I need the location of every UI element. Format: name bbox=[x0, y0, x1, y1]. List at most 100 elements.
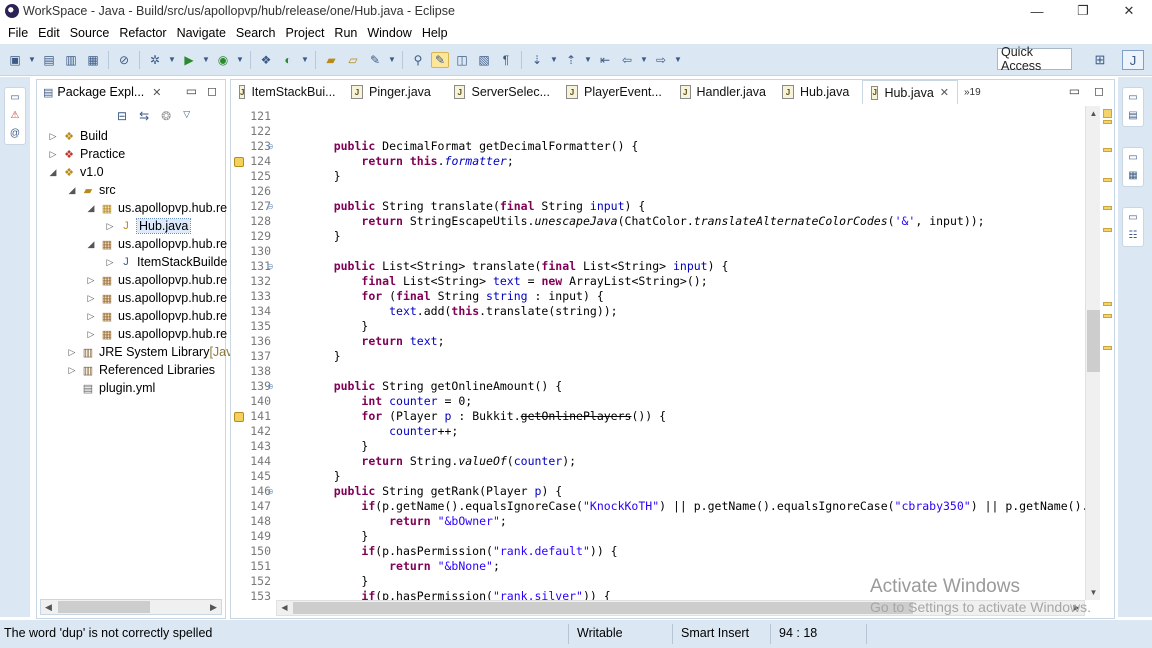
menu-window[interactable]: Window bbox=[362, 26, 416, 40]
code-line[interactable]: int counter = 0; bbox=[306, 394, 472, 409]
fold-toggle-icon[interactable]: ⊖ bbox=[267, 382, 274, 391]
code-line[interactable]: return StringEscapeUtils.unescapeJava(Ch… bbox=[306, 214, 984, 229]
collapsed-arrow-icon[interactable]: ▷ bbox=[66, 347, 78, 358]
editor-tab[interactable]: J Pinger.java bbox=[343, 80, 446, 104]
new-icon[interactable]: ▣ bbox=[6, 52, 24, 68]
code-line[interactable]: if(p.getName().equalsIgnoreCase("KnockKo… bbox=[306, 499, 1085, 514]
dropdown-arrow-icon[interactable]: ▼ bbox=[28, 52, 36, 68]
menu-edit[interactable]: Edit bbox=[33, 26, 65, 40]
collapsed-arrow-icon[interactable]: ▷ bbox=[85, 311, 97, 322]
code-line[interactable]: return String.valueOf(counter); bbox=[306, 454, 576, 469]
tree-node[interactable]: ▷ ❖ Practice bbox=[47, 145, 126, 163]
tree-node[interactable]: ◢ ▦ us.apollopvp.hub.re bbox=[85, 199, 228, 217]
toggle-word-wrap-icon[interactable]: ¶ bbox=[497, 52, 515, 68]
code-area[interactable]: 121 122 123 ⊖ 124 125 126 127 ⊖ 128 129 130 131 ⊖ 132 1… bbox=[231, 106, 1085, 600]
dropdown-arrow-icon[interactable]: ▼ bbox=[674, 52, 682, 68]
next-annotation-icon[interactable]: ⇣ bbox=[528, 52, 546, 68]
tab-overflow-button[interactable]: »19 bbox=[958, 87, 981, 98]
editor-tab[interactable]: J ServerSelec... bbox=[446, 80, 558, 104]
scrollbar-thumb[interactable] bbox=[1087, 310, 1100, 372]
link-with-editor-icon[interactable]: ⇆ bbox=[139, 109, 149, 123]
run-external-tools-icon[interactable]: ◉ bbox=[214, 52, 232, 68]
tree-node[interactable]: ◢ ❖ v1.0 bbox=[47, 163, 104, 181]
tree-node[interactable]: ▷ ▦ us.apollopvp.hub.re bbox=[85, 307, 228, 325]
open-folder-icon[interactable]: ▱ bbox=[344, 52, 362, 68]
menu-file[interactable]: File bbox=[3, 26, 33, 40]
problems-icon[interactable]: ⚠ bbox=[11, 109, 20, 123]
menu-navigate[interactable]: Navigate bbox=[172, 26, 231, 40]
minimize-button[interactable]: — bbox=[1014, 0, 1060, 22]
menu-refactor[interactable]: Refactor bbox=[114, 26, 171, 40]
restore-icon[interactable]: ▭ bbox=[1128, 211, 1137, 225]
forward-icon[interactable]: ⇨ bbox=[652, 52, 670, 68]
tree-node[interactable]: ▷ J ItemStackBuilde bbox=[104, 253, 228, 271]
task-list-icon[interactable]: ▤ bbox=[1128, 109, 1137, 123]
debug-icon[interactable]: ✲ bbox=[146, 52, 164, 68]
package-explorer-tab[interactable]: ▤ Package Expl... ✕ bbox=[37, 80, 167, 104]
collapsed-arrow-icon[interactable]: ▷ bbox=[85, 329, 97, 340]
menu-search[interactable]: Search bbox=[231, 26, 281, 40]
scrollbar-thumb[interactable] bbox=[58, 601, 150, 613]
collapsed-arrow-icon[interactable]: ▷ bbox=[85, 275, 97, 286]
code-line[interactable]: text.add(this.translate(string)); bbox=[306, 304, 618, 319]
overview-marker[interactable] bbox=[1103, 178, 1112, 182]
maximize-button[interactable]: ❐ bbox=[1060, 0, 1106, 22]
scroll-right-icon[interactable]: ▶ bbox=[206, 600, 221, 614]
code-line[interactable]: return this.formatter; bbox=[306, 154, 513, 169]
maximize-view-icon[interactable]: ◻ bbox=[207, 84, 217, 98]
tree-node[interactable]: ▷ ▦ us.apollopvp.hub.re bbox=[85, 289, 228, 307]
hierarchy-icon[interactable]: ☷ bbox=[1129, 229, 1138, 243]
collapsed-arrow-icon[interactable]: ▷ bbox=[47, 149, 59, 160]
menu-source[interactable]: Source bbox=[65, 26, 115, 40]
code-line[interactable]: return text; bbox=[306, 334, 444, 349]
editor-tab[interactable]: J Hub.java ✕ bbox=[862, 80, 958, 104]
code-line[interactable]: if(p.hasPermission("rank.default")) { bbox=[306, 544, 617, 559]
save-all-icon[interactable]: ▥ bbox=[62, 52, 80, 68]
code-line[interactable]: return "&bNone"; bbox=[306, 559, 500, 574]
open-perspective-icon[interactable]: ⊞ bbox=[1089, 50, 1111, 70]
fold-toggle-icon[interactable]: ⊖ bbox=[267, 262, 274, 271]
tree-node[interactable]: ▷ ▦ us.apollopvp.hub.re bbox=[85, 271, 228, 289]
code-line[interactable]: return "&bOwner"; bbox=[306, 514, 507, 529]
tree-node[interactable]: ▷ ❖ Build bbox=[47, 127, 108, 145]
overview-marker[interactable] bbox=[1103, 314, 1112, 318]
expanded-arrow-icon[interactable]: ◢ bbox=[85, 239, 97, 250]
overview-ruler[interactable] bbox=[1101, 106, 1114, 600]
back-icon[interactable]: ⇦ bbox=[618, 52, 636, 68]
dropdown-arrow-icon[interactable]: ▼ bbox=[301, 52, 309, 68]
code-line[interactable]: } bbox=[306, 529, 368, 544]
collapse-all-icon[interactable]: ⊟ bbox=[117, 109, 127, 123]
toggle-block-selection-icon[interactable]: ◫ bbox=[453, 52, 471, 68]
overview-marker[interactable] bbox=[1103, 148, 1112, 152]
print-icon[interactable]: ▦ bbox=[84, 52, 102, 68]
view-menu-icon[interactable]: ▽ bbox=[183, 109, 190, 123]
overview-marker[interactable] bbox=[1103, 206, 1112, 210]
collapsed-arrow-icon[interactable]: ▷ bbox=[104, 257, 116, 268]
collapsed-arrow-icon[interactable]: ▷ bbox=[104, 221, 116, 232]
close-button[interactable]: ✕ bbox=[1106, 0, 1152, 22]
run-icon[interactable]: ▶ bbox=[180, 52, 198, 68]
code-line[interactable]: } bbox=[306, 319, 368, 334]
code-line[interactable]: } bbox=[306, 439, 368, 454]
warning-marker-icon[interactable] bbox=[234, 412, 244, 422]
warning-marker-icon[interactable] bbox=[234, 157, 244, 167]
editor-tab[interactable]: J PlayerEvent... bbox=[558, 80, 672, 104]
toggle-highlight-icon[interactable]: ✎ bbox=[431, 51, 449, 68]
focus-icon[interactable]: ❂ bbox=[161, 109, 171, 123]
editor-tab[interactable]: J Handler.java bbox=[672, 80, 774, 104]
dropdown-arrow-icon[interactable]: ▼ bbox=[168, 52, 176, 68]
toggle-mark-occurrences-icon[interactable]: ⚲ bbox=[409, 52, 427, 68]
tree-node[interactable]: ▤ plugin.yml bbox=[66, 379, 155, 397]
close-icon[interactable]: ✕ bbox=[940, 86, 949, 99]
tree-node[interactable]: ▷ ▥ Referenced Libraries bbox=[66, 361, 216, 379]
expanded-arrow-icon[interactable]: ◢ bbox=[85, 203, 97, 214]
skip-breakpoints-icon[interactable]: ⊘ bbox=[115, 52, 133, 68]
collapsed-arrow-icon[interactable]: ▷ bbox=[47, 131, 59, 142]
close-icon[interactable]: ✕ bbox=[152, 86, 161, 99]
restore-icon[interactable]: ▭ bbox=[1128, 91, 1137, 105]
menu-project[interactable]: Project bbox=[281, 26, 330, 40]
overview-marker[interactable] bbox=[1103, 120, 1112, 124]
show-whitespace-icon[interactable]: ▧ bbox=[475, 52, 493, 68]
quick-access-input[interactable]: Quick Access bbox=[997, 45, 1072, 73]
collapsed-arrow-icon[interactable]: ▷ bbox=[66, 365, 78, 376]
